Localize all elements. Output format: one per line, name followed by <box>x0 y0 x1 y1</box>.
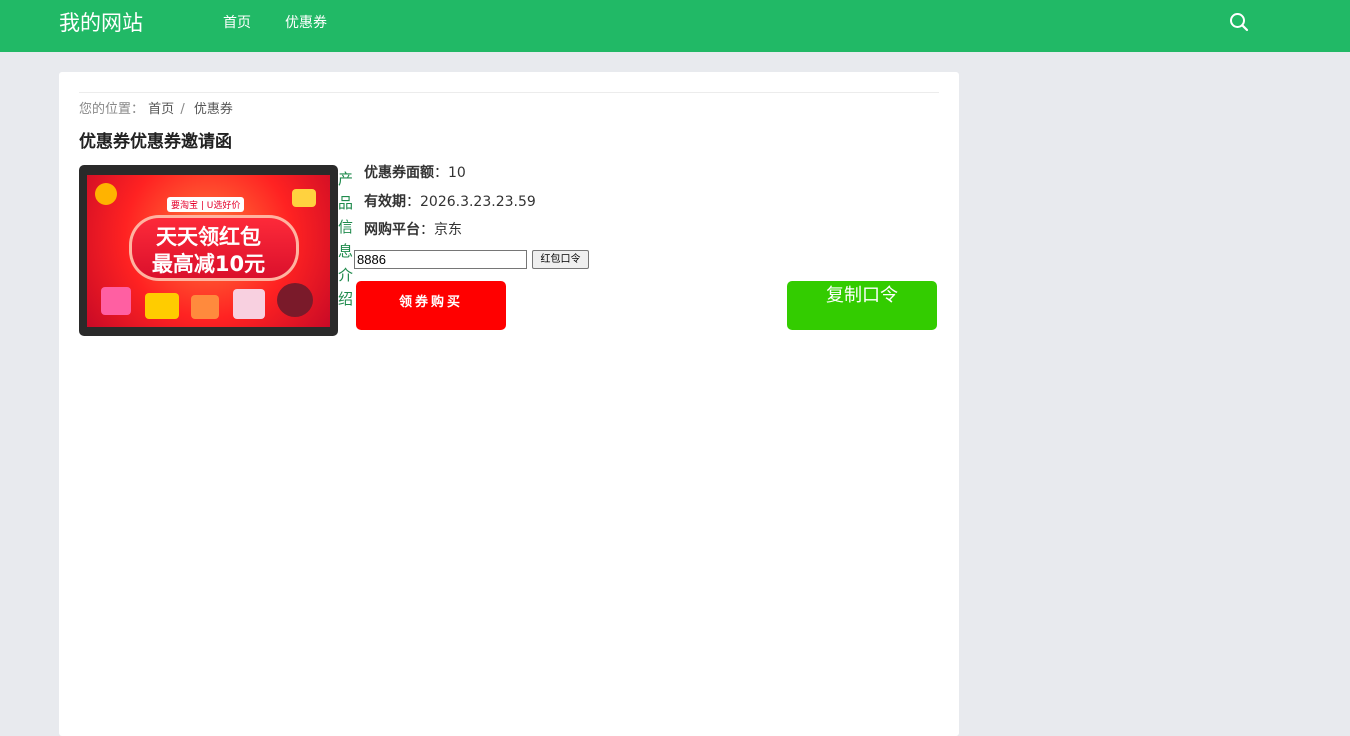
product-info-vertical-label: 产品信息介绍 <box>338 170 354 308</box>
claim-and-buy-button[interactable]: 领券购买 <box>356 281 506 330</box>
nav-item-coupon[interactable]: 优惠券 <box>285 13 327 33</box>
coupon-platform: 网购平台：京东 <box>364 222 462 238</box>
gift-decoration <box>233 289 265 319</box>
coupon-amount: 优惠券面额：10 <box>364 165 466 181</box>
gift-decoration <box>191 295 219 319</box>
promo-tag: 要淘宝 | U选好价 <box>167 197 245 212</box>
coupon-image[interactable]: 要淘宝 | U选好价 天天领红包 最高减10元 <box>79 165 338 336</box>
coupon-expiry-label: 有效期 <box>364 194 406 210</box>
page-title: 优惠券优惠券邀请函 <box>79 132 232 152</box>
nav-item-home[interactable]: 首页 <box>223 13 251 33</box>
promo-subheadline: 最高减10元 <box>151 252 266 276</box>
breadcrumb-prefix: 您的位置： <box>79 102 145 117</box>
gift-decoration <box>101 287 131 315</box>
coupon-amount-value: 10 <box>448 165 466 181</box>
gift-decoration <box>277 283 313 317</box>
breadcrumb-separator: / <box>180 102 185 117</box>
red-packet-code-button[interactable]: 红包口令 <box>532 250 589 269</box>
breadcrumb: 您的位置： 首页 / 优惠券 <box>79 100 233 120</box>
site-logo[interactable]: 我的网站 <box>59 8 143 38</box>
coupon-expiry-value: 2026.3.23.23.59 <box>420 194 536 210</box>
gift-decoration <box>145 293 179 319</box>
promo-headline: 天天领红包 <box>156 225 261 249</box>
gift-decoration <box>95 183 117 205</box>
coupon-platform-value: 京东 <box>434 222 462 238</box>
top-navbar: 我的网站 首页 优惠券 <box>0 0 1350 52</box>
search-icon[interactable] <box>1228 11 1250 33</box>
content-card: 您的位置： 首页 / 优惠券 优惠券优惠券邀请函 要淘宝 | U选好价 天天领红… <box>59 72 959 736</box>
coupon-platform-label: 网购平台 <box>364 222 420 238</box>
divider <box>79 92 939 93</box>
red-packet-code-input[interactable] <box>354 250 527 269</box>
coupon-expiry: 有效期：2026.3.23.23.59 <box>364 194 536 210</box>
coupon-amount-label: 优惠券面额 <box>364 165 434 181</box>
breadcrumb-item-coupon[interactable]: 优惠券 <box>194 102 233 117</box>
breadcrumb-item-home[interactable]: 首页 <box>148 102 174 117</box>
promo-banner: 要淘宝 | U选好价 天天领红包 最高减10元 <box>87 175 330 327</box>
copy-code-button[interactable]: 复制口令 <box>787 281 937 330</box>
gift-decoration <box>292 189 316 207</box>
